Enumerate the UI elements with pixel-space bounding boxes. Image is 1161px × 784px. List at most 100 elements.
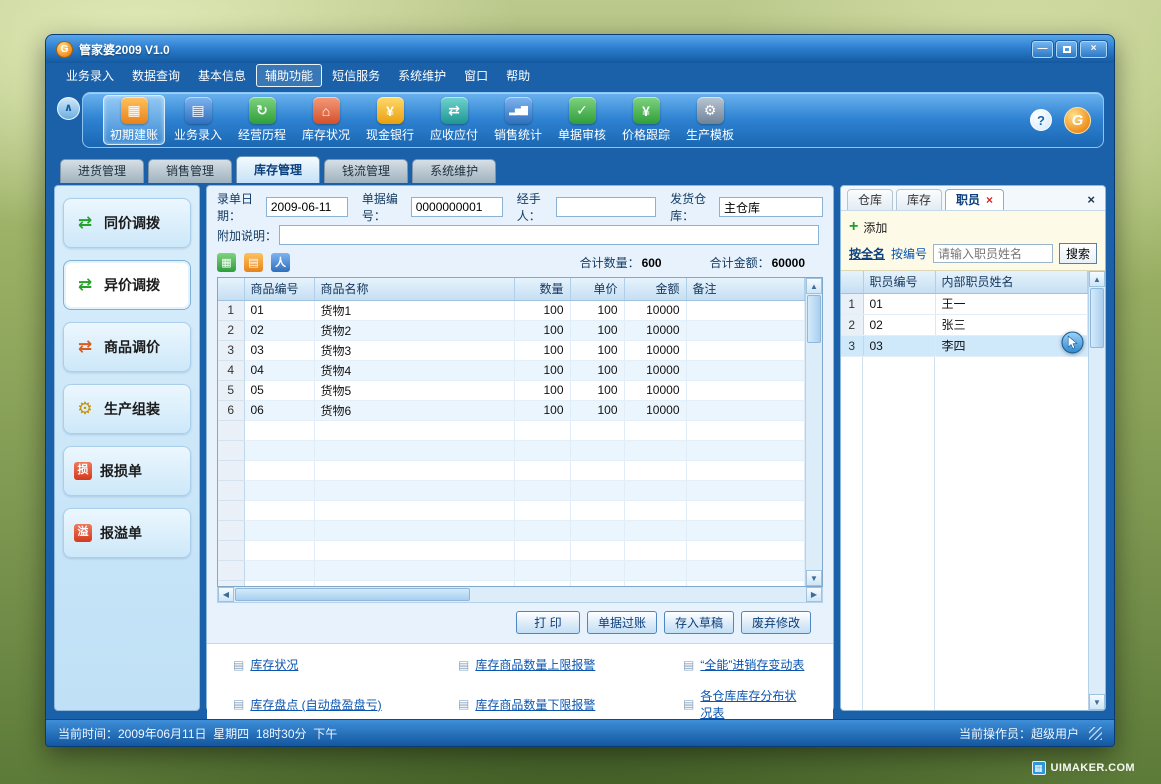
menu-item-system-maintenance[interactable]: 系统维护	[390, 65, 454, 86]
table-cell[interactable]: 100	[570, 340, 624, 360]
table-cell[interactable]: 100	[570, 380, 624, 400]
table-cell[interactable]	[686, 400, 805, 420]
table-cell[interactable]: 10000	[624, 300, 686, 320]
table-cell[interactable]: 01	[244, 300, 314, 320]
print-button[interactable]: 打 印	[516, 611, 580, 634]
scroll-up-button[interactable]: ▲	[806, 278, 822, 294]
table-cell[interactable]: 03	[863, 335, 935, 356]
toolbar-item-cash-bank[interactable]: ¥ 现金银行	[359, 95, 421, 145]
handler-input[interactable]	[556, 197, 656, 217]
scroll-down-button[interactable]: ▼	[806, 570, 822, 586]
table-cell[interactable]: 10000	[624, 320, 686, 340]
table-cell[interactable]: 100	[514, 320, 570, 340]
table-cell[interactable]: 01	[863, 293, 935, 314]
table-cell[interactable]: 100	[514, 300, 570, 320]
toolbar-item-price-tracking[interactable]: ¥ 价格跟踪	[615, 95, 677, 145]
close-button[interactable]: ×	[1080, 41, 1107, 58]
link-qty-lower-limit-alert[interactable]: ▤库存商品数量下限报警	[458, 687, 683, 721]
search-button[interactable]: 搜索	[1059, 243, 1097, 264]
table-cell[interactable]: 货物4	[314, 360, 514, 380]
billno-input[interactable]	[411, 197, 503, 217]
table-cell[interactable]: 100	[514, 380, 570, 400]
tab-cashflow-management[interactable]: 钱流管理	[324, 159, 408, 183]
toolbar-item-document-audit[interactable]: ✓ 单据审核	[551, 95, 613, 145]
table-row[interactable]: 6 06 货物6 100 100 10000	[218, 400, 805, 420]
filter-by-fullname[interactable]: 按全名	[849, 245, 885, 262]
link-warehouse-distribution-report[interactable]: ▤各仓库库存分布状况表	[683, 687, 807, 721]
sidebar-item-same-price-transfer[interactable]: ⇄ 同价调拨	[63, 198, 191, 248]
list-view-icon[interactable]: ▤	[244, 253, 263, 272]
table-cell[interactable]: 04	[244, 360, 314, 380]
scrollbar-thumb[interactable]	[235, 588, 470, 601]
note-input[interactable]	[279, 225, 819, 245]
discard-changes-button[interactable]: 废弃修改	[741, 611, 811, 634]
table-row[interactable]: 5 05 货物5 100 100 10000	[218, 380, 805, 400]
toolbar-item-sales-stats[interactable]: ▂▅▇ 销售统计	[487, 95, 549, 145]
tab-purchase-management[interactable]: 进货管理	[60, 159, 144, 183]
picker-tab-staff[interactable]: 职员 ×	[945, 189, 1004, 210]
table-cell[interactable]	[686, 380, 805, 400]
sidebar-item-diff-price-transfer[interactable]: ⇄ 异价调拨	[63, 260, 191, 310]
table-cell[interactable]: 10000	[624, 340, 686, 360]
sidebar-item-loss-report[interactable]: 损 报损单	[63, 446, 191, 496]
person-picker-icon[interactable]: 人	[271, 253, 290, 272]
table-cell[interactable]	[686, 360, 805, 380]
table-cell[interactable]: 06	[244, 400, 314, 420]
link-stocktaking[interactable]: ▤库存盘点 (自动盘盈盘亏)	[233, 687, 458, 721]
table-row[interactable]: 4 04 货物4 100 100 10000	[218, 360, 805, 380]
minimize-button[interactable]: —	[1032, 41, 1053, 58]
table-cell[interactable]	[686, 340, 805, 360]
table-cell[interactable]: 03	[244, 340, 314, 360]
scroll-left-button[interactable]: ◀	[218, 587, 234, 602]
toolbar-item-inventory-status[interactable]: ⌂ 库存状况	[295, 95, 357, 145]
toolbar-item-production-template[interactable]: ⚙ 生产模板	[679, 95, 741, 145]
sidebar-item-overflow-report[interactable]: 溢 报溢单	[63, 508, 191, 558]
toolbar-item-business-history[interactable]: ↻ 经营历程	[231, 95, 293, 145]
staff-row[interactable]: 1 01 王一	[841, 293, 1088, 314]
staff-search-input[interactable]	[933, 244, 1053, 263]
resize-grip[interactable]	[1089, 727, 1102, 740]
grid-view-icon[interactable]: ▦	[217, 253, 236, 272]
tab-system-maintenance[interactable]: 系统维护	[412, 159, 496, 183]
scrollbar-thumb[interactable]	[1090, 288, 1104, 348]
menu-item-help[interactable]: 帮助	[498, 65, 538, 86]
post-document-button[interactable]: 单据过账	[587, 611, 657, 634]
scroll-down-button[interactable]: ▼	[1089, 694, 1105, 710]
link-almighty-flow-report[interactable]: ▤“全能”进销存变动表	[683, 656, 807, 673]
toolbar-item-business-entry[interactable]: ▤ 业务录入	[167, 95, 229, 145]
menu-item-aux-functions[interactable]: 辅助功能	[256, 64, 322, 87]
table-cell[interactable]: 100	[514, 360, 570, 380]
picker-tab-inventory[interactable]: 库存	[896, 189, 942, 210]
tab-close-icon[interactable]: ×	[986, 190, 993, 210]
save-draft-button[interactable]: 存入草稿	[664, 611, 734, 634]
menu-item-data-query[interactable]: 数据查询	[124, 65, 188, 86]
tab-inventory-management[interactable]: 库存管理	[236, 156, 320, 183]
table-cell[interactable]: 100	[514, 400, 570, 420]
table-cell[interactable]: 10000	[624, 400, 686, 420]
staff-row[interactable]: 2 02 张三	[841, 314, 1088, 335]
table-cell[interactable]: 10000	[624, 380, 686, 400]
table-cell[interactable]: 02	[863, 314, 935, 335]
scrollbar-thumb[interactable]	[807, 295, 821, 343]
table-cell[interactable]: 100	[570, 400, 624, 420]
toolbar-item-initial-setup[interactable]: ▦ 初期建账	[103, 95, 165, 145]
table-row[interactable]: 2 02 货物2 100 100 10000	[218, 320, 805, 340]
table-cell[interactable]: 货物1	[314, 300, 514, 320]
date-input[interactable]	[266, 197, 348, 217]
link-inventory-status[interactable]: ▤库存状况	[233, 656, 458, 673]
menu-item-sms-service[interactable]: 短信服务	[324, 65, 388, 86]
table-cell[interactable]: 100	[514, 340, 570, 360]
menu-item-window[interactable]: 窗口	[456, 65, 496, 86]
table-cell[interactable]: 100	[570, 360, 624, 380]
table-cell[interactable]	[686, 300, 805, 320]
filter-by-code[interactable]: 按编号	[891, 245, 927, 262]
table-cell[interactable]	[686, 320, 805, 340]
table-cell[interactable]: 王一	[935, 293, 1088, 314]
table-cell[interactable]: 货物5	[314, 380, 514, 400]
maximize-button[interactable]	[1056, 41, 1077, 58]
toolbar-collapse-button[interactable]: ∧	[57, 97, 80, 120]
table-row[interactable]: 3 03 货物3 100 100 10000	[218, 340, 805, 360]
staff-row-selected[interactable]: 3 03 李四	[841, 335, 1088, 356]
table-cell[interactable]: 05	[244, 380, 314, 400]
sidebar-item-production-assembly[interactable]: ⚙ 生产组装	[63, 384, 191, 434]
